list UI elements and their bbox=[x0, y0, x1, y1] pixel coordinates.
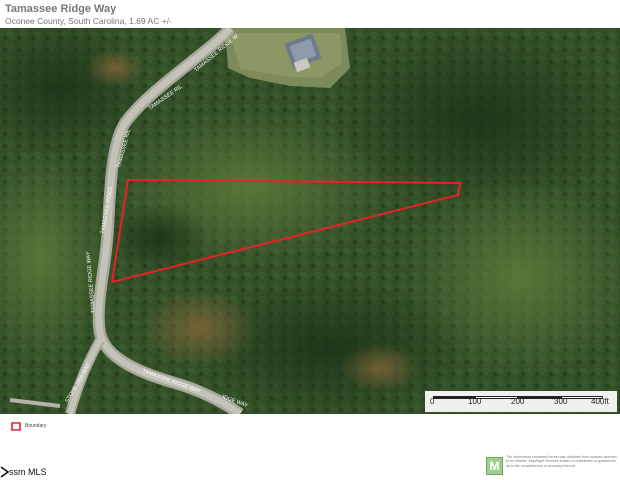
scale-tick: 200 bbox=[511, 397, 525, 406]
scale-tick: 400ft bbox=[591, 397, 609, 406]
property-subtitle: Oconee County, South Carolina, 1.69 AC +… bbox=[5, 16, 172, 26]
legend-label: Boundary bbox=[25, 423, 47, 429]
mls-logo-text: ssm MLS bbox=[9, 467, 47, 477]
mls-logo: ssm MLS bbox=[0, 465, 60, 479]
scale-bar: 0 100 200 300 400ft bbox=[425, 391, 617, 412]
scale-tick: 100 bbox=[468, 397, 482, 406]
scale-tick: 0 bbox=[430, 397, 435, 406]
disclaimer-text: The information contained herein was obt… bbox=[506, 455, 617, 468]
mls-logo-icon bbox=[0, 466, 9, 478]
map-header: Tamassee Ridge Way Oconee County, South … bbox=[0, 0, 620, 28]
boundary-icon bbox=[11, 422, 21, 431]
aerial-map-canvas: TAMASSEE RIDGE W TAMASSEE RIL TAMASSEE R… bbox=[0, 28, 620, 414]
scale-tick: 300 bbox=[554, 397, 568, 406]
aerial-map[interactable]: TAMASSEE RIDGE W TAMASSEE RIL TAMASSEE R… bbox=[0, 28, 620, 414]
mapright-badge: M bbox=[486, 457, 503, 475]
property-title: Tamassee Ridge Way bbox=[5, 3, 117, 15]
